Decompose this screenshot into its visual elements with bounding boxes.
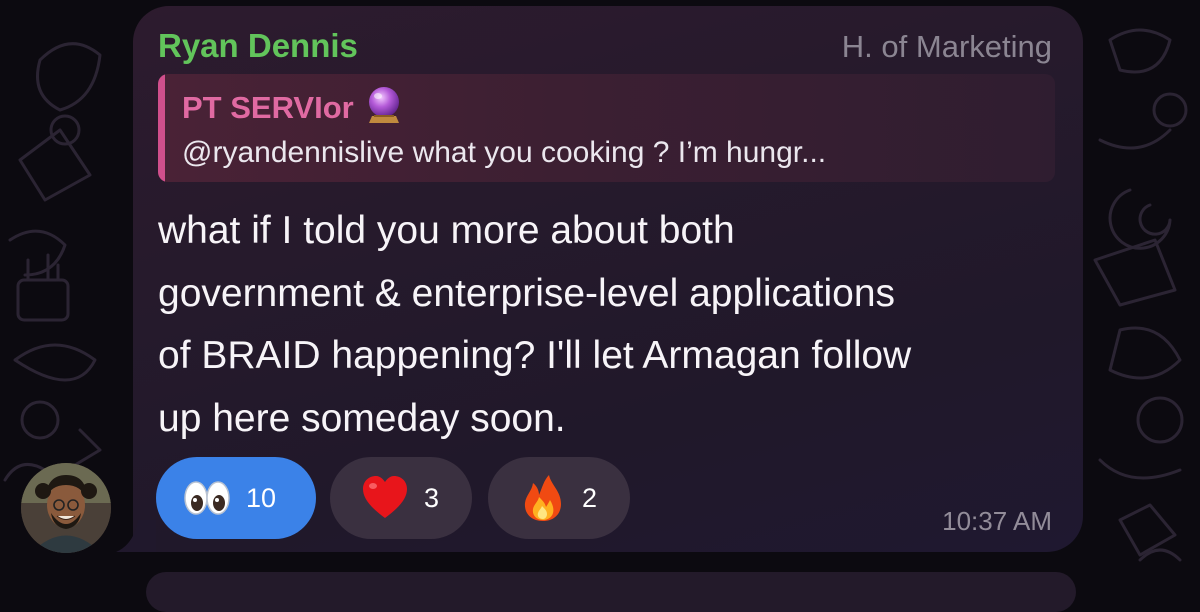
fire-icon [518, 473, 568, 523]
reaction-count: 2 [582, 482, 598, 513]
reaction-count: 10 [246, 482, 277, 513]
eyes-icon [182, 473, 232, 523]
avatar-photo [21, 463, 111, 553]
crystal-ball-icon [366, 86, 402, 133]
sender-name[interactable]: Ryan Dennis [158, 26, 358, 66]
message-text: what if I told you more about both gover… [158, 200, 1068, 450]
message-line: government & enterprise-level applicatio… [158, 271, 896, 315]
reply-author-name: PT SERVIor [182, 90, 354, 125]
reaction-heart[interactable]: 3 [330, 457, 472, 539]
heart-icon [360, 473, 410, 523]
bubble-tail [116, 520, 156, 552]
message-timestamp: 10:37 AM [942, 506, 1052, 536]
reply-accent-bar [158, 74, 165, 182]
reaction-count: 3 [424, 482, 440, 513]
next-message-bubble[interactable] [146, 572, 1076, 612]
reply-quote[interactable]: PT SERVIor @ryandennislive what you cook… [158, 74, 1055, 182]
message-line: what if I told you more about both [158, 209, 735, 252]
sender-avatar[interactable] [21, 463, 111, 553]
reply-author: PT SERVIor [182, 86, 402, 133]
reaction-fire[interactable]: 2 [488, 457, 630, 539]
message-line: up here someday soon. [158, 396, 566, 440]
reaction-eyes[interactable]: 10 [156, 457, 316, 539]
sender-role-badge: H. of Marketing [841, 29, 1052, 64]
message-line: of BRAID happening? I'll let Armagan fol… [158, 334, 912, 377]
reply-snippet: @ryandennislive what you cooking ? I’m h… [182, 136, 827, 169]
